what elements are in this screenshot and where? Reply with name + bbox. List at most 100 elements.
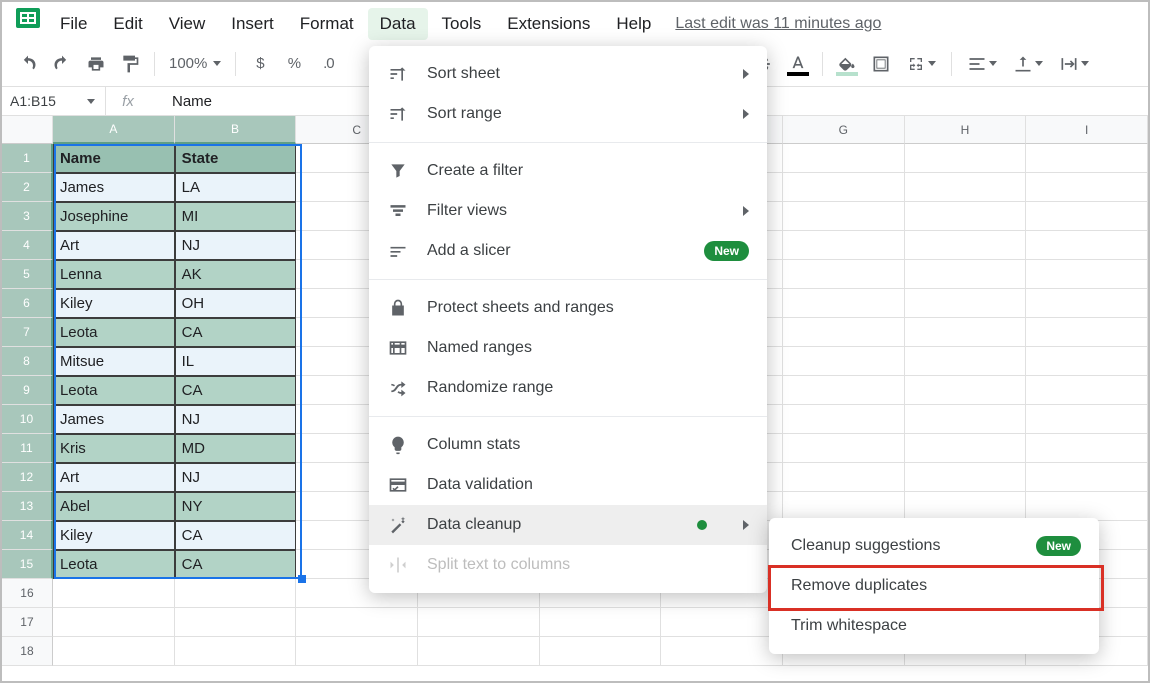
submenu-item-trim-whitespace[interactable]: Trim whitespace	[769, 606, 1099, 646]
cell[interactable]	[783, 376, 905, 405]
cell[interactable]	[905, 260, 1027, 289]
cell[interactable]	[53, 579, 175, 608]
cell[interactable]	[905, 405, 1027, 434]
cell[interactable]	[175, 637, 297, 666]
last-edit-link[interactable]: Last edit was 11 minutes ago	[675, 15, 881, 33]
cell[interactable]: Kris	[53, 434, 175, 463]
row-header[interactable]: 7	[2, 318, 53, 347]
cell[interactable]: CA	[175, 376, 297, 405]
cell[interactable]: CA	[175, 550, 297, 579]
row-header[interactable]: 9	[2, 376, 53, 405]
cell[interactable]	[1026, 405, 1148, 434]
submenu-item-remove-duplicates[interactable]: Remove duplicates	[769, 566, 1099, 606]
cell[interactable]: CA	[175, 318, 297, 347]
paint-format-button[interactable]	[114, 48, 146, 80]
cell[interactable]: Kiley	[53, 521, 175, 550]
cell[interactable]: Name	[53, 144, 175, 173]
cell[interactable]	[1026, 260, 1148, 289]
cell[interactable]	[53, 608, 175, 637]
merge-cells-button[interactable]	[899, 48, 943, 80]
cell[interactable]	[1026, 318, 1148, 347]
cell[interactable]: LA	[175, 173, 297, 202]
row-header[interactable]: 6	[2, 289, 53, 318]
row-header[interactable]: 1	[2, 144, 53, 173]
cell[interactable]: CA	[175, 521, 297, 550]
menu-item-named-ranges[interactable]: Named ranges	[369, 328, 767, 368]
cell[interactable]	[1026, 376, 1148, 405]
h-align-button[interactable]	[960, 48, 1004, 80]
cell[interactable]	[783, 231, 905, 260]
row-header[interactable]: 13	[2, 492, 53, 521]
v-align-button[interactable]	[1006, 48, 1050, 80]
cell[interactable]	[905, 318, 1027, 347]
cell[interactable]: James	[53, 173, 175, 202]
menu-item-column-stats[interactable]: Column stats	[369, 425, 767, 465]
cell[interactable]: NJ	[175, 231, 297, 260]
cell[interactable]	[1026, 144, 1148, 173]
col-header-I[interactable]: I	[1026, 116, 1148, 144]
menu-view[interactable]: View	[157, 8, 218, 40]
cell[interactable]	[783, 144, 905, 173]
cell[interactable]: Leota	[53, 550, 175, 579]
cell[interactable]: Leota	[53, 376, 175, 405]
cell[interactable]	[296, 608, 418, 637]
cell[interactable]: AK	[175, 260, 297, 289]
decrease-decimal-button[interactable]: .0	[312, 48, 344, 80]
cell[interactable]	[1026, 463, 1148, 492]
cell[interactable]: State	[175, 144, 297, 173]
cell[interactable]	[661, 608, 783, 637]
cell[interactable]	[783, 173, 905, 202]
row-header[interactable]: 18	[2, 637, 53, 666]
text-color-button[interactable]	[782, 48, 814, 80]
cell[interactable]	[905, 231, 1027, 260]
menu-item-add-a-slicer[interactable]: Add a slicerNew	[369, 231, 767, 271]
redo-button[interactable]	[46, 48, 78, 80]
cell[interactable]: Art	[53, 231, 175, 260]
cell[interactable]	[905, 492, 1027, 521]
cell[interactable]: NJ	[175, 463, 297, 492]
cell[interactable]	[175, 579, 297, 608]
cell[interactable]	[905, 463, 1027, 492]
cell[interactable]	[540, 608, 662, 637]
cell[interactable]: Art	[53, 463, 175, 492]
cell[interactable]: Abel	[53, 492, 175, 521]
cell[interactable]	[661, 637, 783, 666]
cell[interactable]	[905, 144, 1027, 173]
cell[interactable]	[418, 637, 540, 666]
col-header-H[interactable]: H	[905, 116, 1027, 144]
cell[interactable]	[783, 405, 905, 434]
cell[interactable]	[905, 202, 1027, 231]
row-header[interactable]: 17	[2, 608, 53, 637]
cell[interactable]	[783, 492, 905, 521]
cell[interactable]: NY	[175, 492, 297, 521]
cell[interactable]	[905, 289, 1027, 318]
cell[interactable]	[418, 608, 540, 637]
cell[interactable]: Leota	[53, 318, 175, 347]
cell[interactable]	[905, 173, 1027, 202]
row-header[interactable]: 11	[2, 434, 53, 463]
menu-item-protect-sheets-and-ranges[interactable]: Protect sheets and ranges	[369, 288, 767, 328]
select-all-corner[interactable]	[2, 116, 53, 144]
menu-item-sort-range[interactable]: Sort range	[369, 94, 767, 134]
cell[interactable]	[905, 347, 1027, 376]
cell[interactable]: MD	[175, 434, 297, 463]
cell[interactable]: Kiley	[53, 289, 175, 318]
col-header-B[interactable]: B	[175, 116, 297, 144]
cell[interactable]: James	[53, 405, 175, 434]
menu-help[interactable]: Help	[604, 8, 663, 40]
menu-item-create-a-filter[interactable]: Create a filter	[369, 151, 767, 191]
row-header[interactable]: 2	[2, 173, 53, 202]
cell[interactable]	[1026, 231, 1148, 260]
cell[interactable]	[540, 637, 662, 666]
cell[interactable]	[1026, 202, 1148, 231]
row-header[interactable]: 5	[2, 260, 53, 289]
text-wrap-button[interactable]	[1052, 48, 1096, 80]
menu-format[interactable]: Format	[288, 8, 366, 40]
cell[interactable]	[783, 463, 905, 492]
cell[interactable]	[905, 376, 1027, 405]
menu-file[interactable]: File	[48, 8, 99, 40]
menu-data[interactable]: Data	[368, 8, 428, 40]
cell[interactable]: MI	[175, 202, 297, 231]
row-header[interactable]: 10	[2, 405, 53, 434]
row-header[interactable]: 12	[2, 463, 53, 492]
